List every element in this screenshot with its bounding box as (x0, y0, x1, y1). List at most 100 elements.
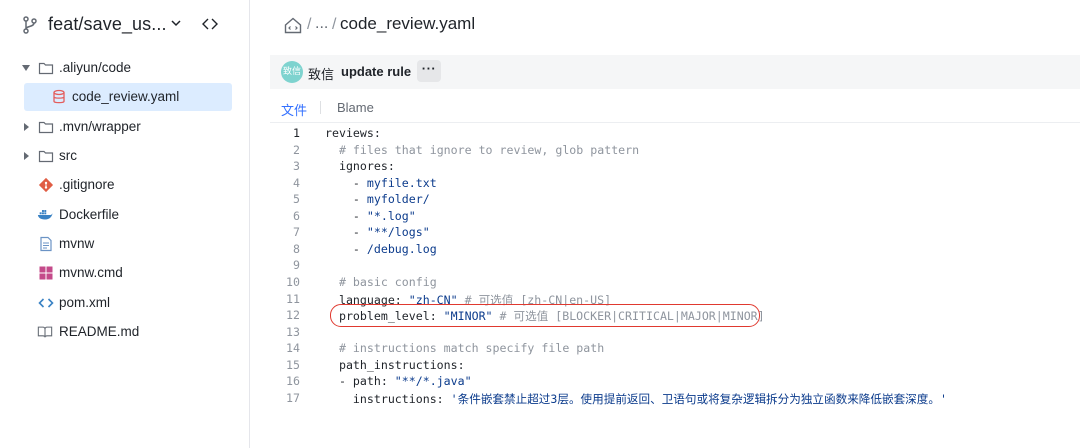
tree-item-label: Dockerfile (59, 207, 120, 222)
folder-icon (38, 150, 54, 163)
tab-divider (320, 101, 321, 114)
tab-blame[interactable]: Blame (337, 100, 374, 115)
line-number[interactable]: 9 (270, 258, 300, 272)
line-number[interactable]: 7 (270, 225, 300, 239)
collapse-sidebar-icon[interactable] (202, 17, 218, 31)
branch-name[interactable]: feat/save_us... (48, 14, 167, 35)
code-line: 7 - "**/logs" (270, 225, 1080, 242)
latest-commit-bar: 致信 致信 update rule ··· (270, 55, 1080, 89)
code-line: 15 path_instructions: (270, 358, 1080, 375)
avatar[interactable]: 致信 (281, 61, 303, 83)
tree-item-label: pom.xml (59, 295, 111, 310)
code-viewer[interactable]: 1 reviews: 2 # files that ignore to review… (270, 124, 1080, 424)
tree-item-pom-xml[interactable]: pom.xml (0, 289, 250, 317)
database-file-icon (53, 89, 65, 104)
view-tabs: 文件 Blame (270, 91, 1080, 123)
code-text: reviews: (325, 126, 381, 140)
code-text: - myfolder/ (325, 192, 430, 207)
tree-item-dockerfile[interactable]: Dockerfile (0, 201, 250, 229)
line-number[interactable]: 16 (270, 374, 300, 388)
code-line: 9 (270, 258, 1080, 275)
code-line: 16 - path: "**/*.java" (270, 374, 1080, 391)
caret-down-icon[interactable] (22, 63, 30, 73)
tree-item-aliyun-code[interactable]: .aliyun/code (0, 54, 250, 82)
code-line: 13 (270, 325, 1080, 342)
breadcrumb-separator: / (332, 16, 337, 33)
text-file-icon (40, 236, 52, 252)
breadcrumb-current-file: code_review.yaml (340, 14, 476, 33)
line-number[interactable]: 11 (270, 292, 300, 306)
chevron-down-icon[interactable] (170, 17, 182, 29)
tree-item-readme[interactable]: README.md (0, 318, 250, 346)
code-line: 1 reviews: (270, 126, 1080, 143)
code-line: 6 - "*.log" (270, 209, 1080, 226)
line-number[interactable]: 17 (270, 391, 300, 405)
breadcrumb-separator: / (307, 16, 312, 33)
code-text: - "*.log" (325, 208, 416, 223)
code-line: 4 - myfile.txt (270, 176, 1080, 193)
code-text: # instructions match specify file path (338, 341, 605, 356)
tree-item-code-review-yaml[interactable]: code_review.yaml (0, 83, 250, 111)
windows-icon (39, 266, 53, 280)
git-icon (38, 177, 54, 193)
code-line: 14 # instructions match specify file pat… (270, 341, 1080, 358)
line-number[interactable]: 2 (270, 143, 300, 157)
folder-icon (38, 121, 54, 134)
code-line: 3 ignores: (270, 159, 1080, 176)
folder-icon (38, 62, 54, 75)
tab-file[interactable]: 文件 (281, 100, 307, 119)
repository-icon[interactable] (284, 17, 302, 34)
tree-item-label: .gitignore (59, 177, 115, 192)
line-number[interactable]: 3 (270, 159, 300, 173)
breadcrumb-ellipsis[interactable]: ... (315, 15, 328, 33)
tree-item-mvnw[interactable]: mvnw (0, 230, 250, 258)
line-number[interactable]: 4 (270, 176, 300, 190)
tree-item-label: code_review.yaml (72, 89, 180, 104)
more-options-button[interactable]: ··· (417, 60, 441, 82)
tree-item-label: .aliyun/code (59, 60, 132, 75)
code-text: instructions: '条件嵌套禁止超过3层。使用提前返回、卫语句或将复杂… (325, 391, 947, 406)
code-line: 5 - myfolder/ (270, 192, 1080, 209)
code-text: # basic config (338, 274, 437, 289)
code-text: # files that ignore to review, glob patt… (338, 142, 640, 157)
line-number[interactable]: 15 (270, 358, 300, 372)
tree-item-src[interactable]: src (0, 142, 250, 170)
code-text: ignores: (325, 159, 395, 174)
book-icon (37, 326, 53, 338)
code-text: - /debug.log (325, 241, 437, 256)
line-number[interactable]: 13 (270, 325, 300, 339)
branch-selector[interactable]: feat/save_us... (0, 0, 250, 52)
commit-author[interactable]: 致信 (308, 64, 334, 83)
tree-item-label: README.md (59, 324, 140, 339)
commit-message[interactable]: update rule (341, 64, 411, 79)
line-number[interactable]: 8 (270, 242, 300, 256)
code-line: 2 # files that ignore to review, glob pa… (270, 143, 1080, 160)
file-sidebar: feat/save_us... .aliyun/code code_review… (0, 0, 250, 448)
code-line: 8 - /debug.log (270, 242, 1080, 259)
docker-icon (37, 210, 53, 220)
line-number[interactable]: 1 (270, 126, 300, 140)
line-number[interactable]: 14 (270, 341, 300, 355)
caret-right-icon[interactable] (22, 151, 30, 161)
code-line: 10 # basic config (270, 275, 1080, 292)
line-number[interactable]: 6 (270, 209, 300, 223)
tree-item-label: .mvn/wrapper (59, 119, 141, 134)
tree-item-mvn-wrapper[interactable]: .mvn/wrapper (0, 113, 250, 141)
caret-right-icon[interactable] (22, 122, 30, 132)
code-text: - "**/logs" (325, 225, 430, 240)
tree-item-label: mvnw.cmd (59, 265, 123, 280)
code-text: - path: "**/*.java" (325, 374, 472, 389)
tree-item-label: src (59, 148, 77, 163)
code-icon (38, 298, 54, 308)
line-number[interactable]: 12 (270, 308, 300, 322)
code-line: 17 instructions: '条件嵌套禁止超过3层。使用提前返回、卫语句或… (270, 391, 1080, 408)
code-text: - myfile.txt (325, 175, 437, 190)
line-number[interactable]: 10 (270, 275, 300, 289)
tree-item-label: mvnw (59, 236, 95, 251)
tree-item-mvnw-cmd[interactable]: mvnw.cmd (0, 259, 250, 287)
line-number[interactable]: 5 (270, 192, 300, 206)
annotation-highlight-ring (330, 304, 760, 327)
code-text: path_instructions: (325, 357, 465, 372)
breadcrumb: / ... / code_review.yaml (251, 0, 1080, 52)
tree-item-gitignore[interactable]: .gitignore (0, 171, 250, 199)
